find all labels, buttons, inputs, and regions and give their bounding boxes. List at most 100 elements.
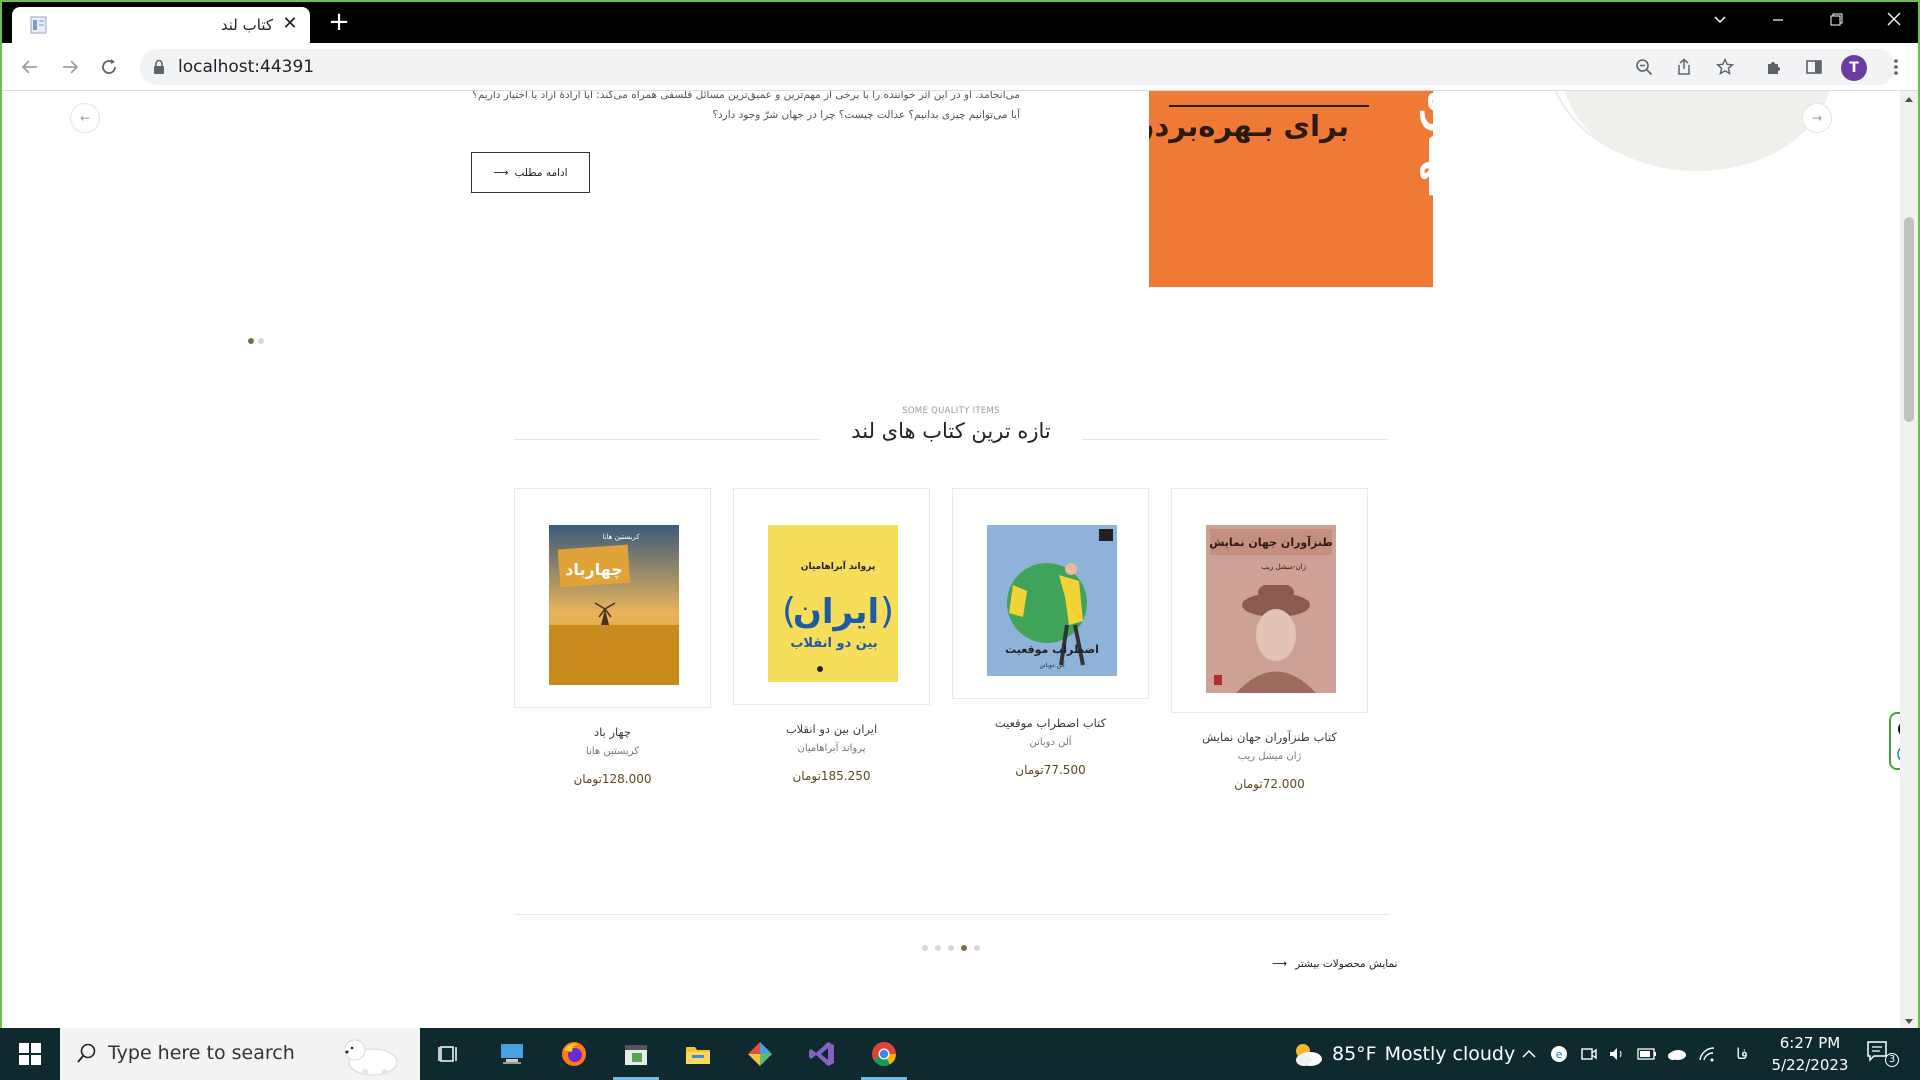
clock-time: 6:27 PM	[1779, 1034, 1841, 1052]
scroll-down-arrow[interactable]	[1905, 1019, 1913, 1024]
svg-text:چهارباد: چهارباد	[565, 560, 623, 580]
hero-image-rule	[1169, 105, 1369, 107]
show-more-products-link[interactable]: نمایش محصولات بیشتر ⟶	[1272, 958, 1397, 970]
task-view-button[interactable]	[420, 1028, 478, 1080]
product-title[interactable]: کتاب اضطراب موقعیت	[952, 716, 1149, 730]
taskbar-search[interactable]: Type here to search	[60, 1028, 420, 1080]
product-author: کریستین هانا	[586, 746, 639, 757]
show-hidden-icons-button[interactable]	[1518, 1042, 1540, 1066]
volume-icon[interactable]	[1606, 1042, 1628, 1066]
product-image-frame[interactable]: اضطراب موقعیت آلن دوباتن	[952, 488, 1149, 699]
new-tab-button[interactable]: +	[326, 9, 352, 35]
close-tab-icon[interactable]: ✕	[280, 14, 300, 34]
back-button[interactable]	[16, 53, 44, 81]
products-pagination-dot[interactable]	[935, 945, 941, 951]
scroll-up-arrow[interactable]	[1905, 97, 1913, 102]
book-cover-image: اضطراب موقعیت آلن دوباتن	[987, 525, 1117, 676]
minimize-button[interactable]	[1750, 6, 1806, 36]
search-placeholder: Type here to search	[108, 1042, 295, 1064]
visual-studio-icon	[809, 1042, 834, 1066]
battery-icon[interactable]	[1636, 1042, 1658, 1066]
windows-taskbar: Type here to search 85°F Mostly cloudy e…	[0, 1028, 1920, 1080]
weather-widget[interactable]: 85°F Mostly cloudy	[1290, 1028, 1515, 1080]
product-image-frame[interactable]: طنزآوران جهان نمایش ژان-میشل ریب	[1171, 488, 1368, 713]
product-author: ژان میشل ریب	[1237, 751, 1302, 762]
share-icon[interactable]	[1670, 53, 1698, 81]
product-image-frame[interactable]: چهارباد کریستین هانا	[514, 488, 711, 708]
product-price: 72.000تومان	[1234, 777, 1305, 791]
product-author: آلن دوباتن	[1029, 737, 1072, 748]
taskbar-app-firefox[interactable]	[545, 1028, 603, 1080]
taskbar-app-file-explorer[interactable]	[669, 1028, 727, 1080]
tray-e-icon[interactable]: e	[1548, 1042, 1570, 1066]
book-cover-image: پرواند آبراهامیان ایران ( ) بین دو انقلا…	[768, 525, 898, 682]
wifi-icon[interactable]	[1696, 1042, 1718, 1066]
meet-now-icon[interactable]	[1578, 1042, 1600, 1066]
tab-search-icon[interactable]	[1692, 6, 1748, 36]
taskbar-app-chrome[interactable]	[855, 1028, 913, 1080]
page-scrollbar[interactable]	[1900, 91, 1918, 1030]
notification-center-button[interactable]: 3	[1866, 1040, 1900, 1068]
arrow-right-icon	[63, 60, 79, 74]
polar-bear-icon	[344, 1039, 398, 1076]
products-pagination-dot[interactable]	[922, 945, 928, 951]
browser-tab[interactable]: کتاب لند ✕	[12, 7, 310, 43]
bookmark-star-icon[interactable]	[1711, 53, 1739, 81]
hero-image-caption: برای بـهره‌بردن در	[1149, 109, 1349, 143]
products-pagination-dot[interactable]	[961, 945, 967, 951]
profile-avatar[interactable]: T	[1841, 55, 1867, 81]
product-title[interactable]: کتاب طنزآوران جهان نمایش	[1171, 730, 1368, 744]
reload-icon	[102, 59, 116, 74]
taskbar-app-visual-studio[interactable]	[793, 1028, 851, 1080]
section-divider-left	[514, 439, 820, 440]
git-diamond-icon	[748, 1042, 772, 1066]
taskbar-app-remote-desktop[interactable]	[483, 1028, 541, 1080]
read-more-button[interactable]: ادامه مطلب ⟶	[471, 152, 590, 193]
arrow-left-icon: ←	[79, 111, 91, 125]
svg-text:طنزآوران جهان نمایش: طنزآوران جهان نمایش	[1209, 535, 1332, 549]
taskbar-app-gitkraken[interactable]	[731, 1028, 789, 1080]
notification-count-badge: 3	[1885, 1053, 1899, 1067]
chrome-icon	[872, 1042, 896, 1067]
restore-button[interactable]	[1808, 6, 1864, 36]
forward-button[interactable]	[56, 53, 84, 81]
page-favicon-icon	[30, 16, 47, 34]
weather-temperature: 85°F	[1332, 1043, 1377, 1065]
side-panel-icon[interactable]	[1800, 53, 1828, 81]
svg-text:ژان-میشل ریب: ژان-میشل ریب	[1261, 563, 1306, 571]
arrow-right-icon: ⟶	[493, 166, 509, 179]
svg-text:بین دو انقلاب: بین دو انقلاب	[790, 636, 877, 651]
more-menu-icon[interactable]	[1882, 53, 1910, 81]
slider-next-button[interactable]: →	[1802, 103, 1832, 133]
lock-icon	[154, 59, 164, 74]
start-button[interactable]	[0, 1028, 60, 1080]
product-image-frame[interactable]: پرواند آبراهامیان ایران ( ) بین دو انقلا…	[733, 488, 930, 705]
taskbar-app-media-editor[interactable]	[607, 1028, 665, 1080]
products-pagination-dot[interactable]	[974, 945, 980, 951]
product-title[interactable]: چهار باد	[514, 725, 711, 739]
scrollbar-thumb[interactable]	[1904, 217, 1914, 422]
hero-pagination-dot[interactable]	[248, 338, 254, 344]
clapperboard-icon	[625, 1045, 647, 1065]
task-view-icon	[438, 1046, 457, 1062]
hero-pagination-dot[interactable]	[258, 338, 264, 344]
book-cover-image: طنزآوران جهان نمایش ژان-میشل ریب	[1206, 525, 1336, 693]
slider-prev-button[interactable]: ←	[70, 103, 100, 133]
firefox-icon	[562, 1042, 586, 1066]
system-clock[interactable]: 6:27 PM 5/22/2023	[1760, 1032, 1860, 1076]
book-cover-image: چهارباد کریستین هانا	[549, 525, 679, 685]
zoom-icon[interactable]	[1630, 53, 1658, 81]
input-language-indicator[interactable]: فا	[1730, 1042, 1754, 1066]
svg-text:کریستین هانا: کریستین هانا	[602, 533, 640, 541]
reload-button[interactable]	[95, 53, 123, 81]
remote-desktop-icon	[501, 1044, 523, 1064]
hero-decoration-blob	[1562, 91, 1832, 171]
product-price: 77.500تومان	[1015, 763, 1086, 777]
onedrive-cloud-icon[interactable]	[1666, 1042, 1688, 1066]
product-price: 185.250تومان	[792, 769, 871, 783]
products-pagination-dot[interactable]	[948, 945, 954, 951]
clock-date: 5/22/2023	[1771, 1056, 1849, 1074]
product-title[interactable]: ایران بین دو انقلاب	[733, 722, 930, 736]
close-window-button[interactable]	[1866, 6, 1918, 36]
extensions-puzzle-icon[interactable]	[1760, 53, 1788, 81]
